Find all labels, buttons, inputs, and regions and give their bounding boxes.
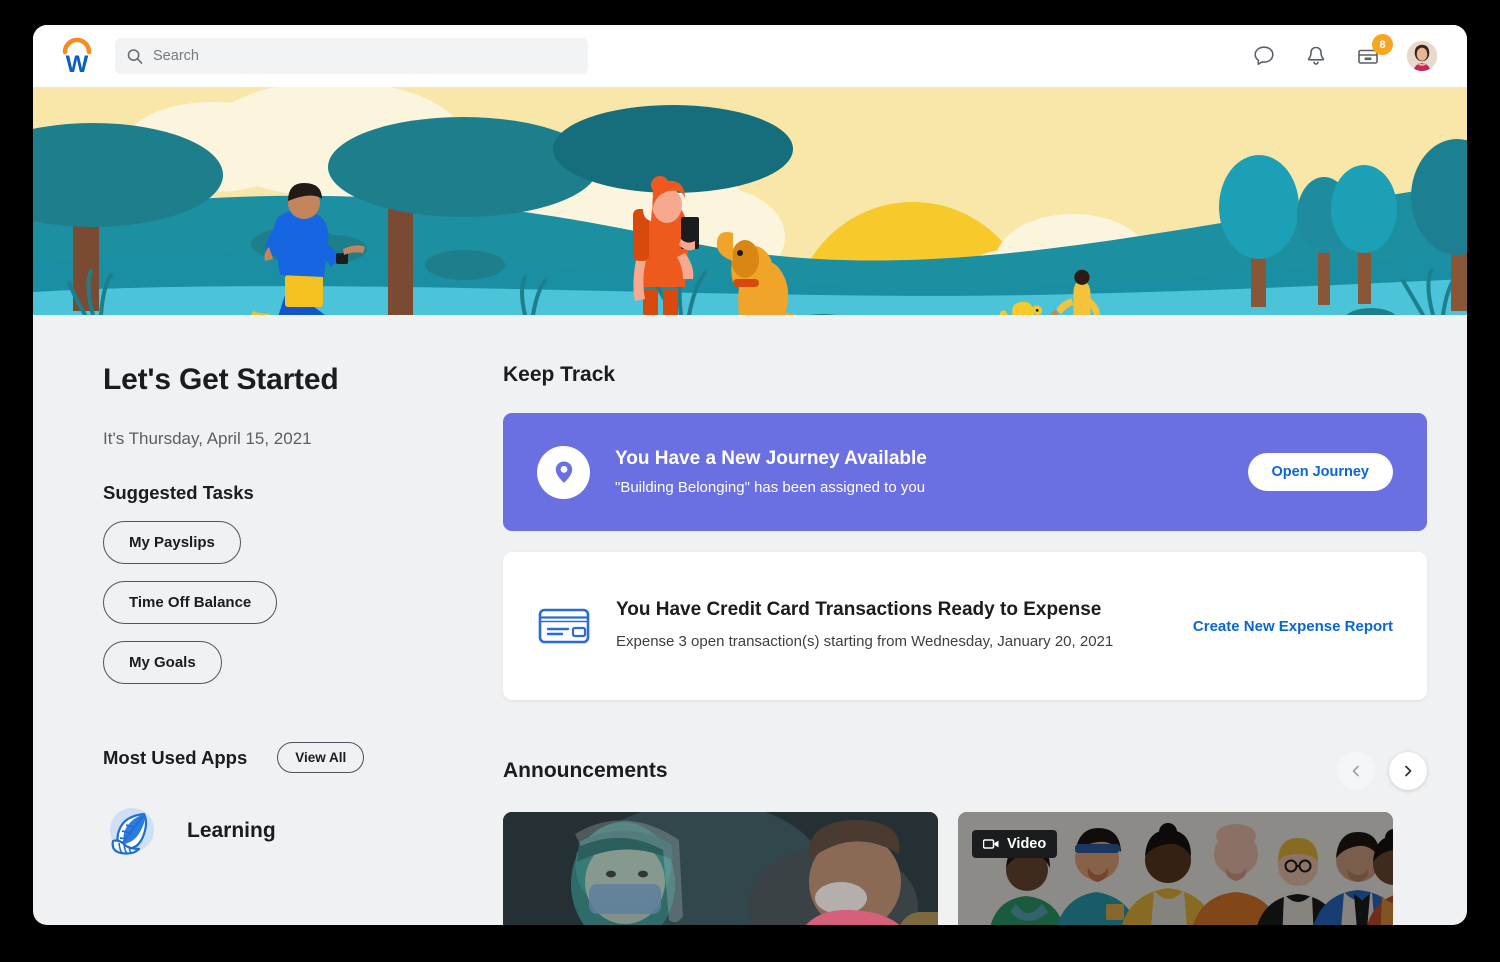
carousel-controls	[1337, 752, 1427, 790]
most-used-apps-heading: Most Used Apps	[103, 747, 247, 769]
main-content: Keep Track You Have a New Journey Availa…	[503, 315, 1467, 925]
expense-card[interactable]: You Have Credit Card Transactions Ready …	[503, 552, 1427, 700]
journey-text: You Have a New Journey Available "Buildi…	[615, 448, 927, 496]
chevron-right-icon	[1402, 765, 1414, 777]
search-box[interactable]	[115, 38, 588, 74]
device-bezel: W	[0, 0, 1500, 962]
video-badge-label: Video	[1007, 836, 1046, 852]
announcements-header: Announcements	[503, 752, 1427, 790]
video-camera-icon	[983, 838, 999, 850]
user-avatar[interactable]	[1407, 41, 1437, 71]
announcement-card-healthcare[interactable]	[503, 812, 938, 925]
journey-card[interactable]: You Have a New Journey Available "Buildi…	[503, 413, 1427, 531]
page-title: Let's Get Started	[103, 363, 503, 397]
expense-text: You Have Credit Card Transactions Ready …	[616, 599, 1113, 653]
task-my-payslips[interactable]: My Payslips	[103, 521, 241, 564]
bell-icon[interactable]	[1303, 43, 1329, 69]
announcement-card-video[interactable]: Video	[958, 812, 1393, 925]
workday-logo[interactable]: W	[55, 34, 99, 78]
app-item-learning[interactable]: Learning	[103, 803, 503, 859]
sidebar: Let's Get Started It's Thursday, April 1…	[33, 315, 503, 925]
location-pin-icon	[537, 446, 590, 499]
task-time-off-balance[interactable]: Time Off Balance	[103, 581, 277, 624]
keep-track-heading: Keep Track	[503, 363, 1427, 387]
app-label: Learning	[187, 819, 276, 843]
search-input[interactable]	[153, 48, 576, 64]
journey-title: You Have a New Journey Available	[615, 448, 927, 470]
carousel-next-button[interactable]	[1389, 752, 1427, 790]
current-date-text: It's Thursday, April 15, 2021	[103, 429, 503, 449]
app-viewport: W	[33, 25, 1467, 925]
credit-card-icon	[537, 604, 591, 648]
create-expense-report-link[interactable]: Create New Expense Report	[1165, 618, 1393, 635]
announcements-heading: Announcements	[503, 759, 668, 783]
header-actions: 8	[1251, 41, 1445, 71]
learning-leaf-icon	[103, 803, 159, 859]
inbox-badge-count: 8	[1372, 34, 1393, 55]
most-used-apps-header: Most Used Apps View All	[103, 742, 503, 773]
expense-title: You Have Credit Card Transactions Ready …	[616, 599, 1113, 621]
open-journey-button[interactable]: Open Journey	[1248, 453, 1394, 491]
suggested-tasks-heading: Suggested Tasks	[103, 482, 503, 504]
page-body: Let's Get Started It's Thursday, April 1…	[33, 315, 1467, 925]
expense-subtitle: Expense 3 open transaction(s) starting f…	[616, 631, 1113, 653]
svg-text:W: W	[66, 51, 89, 78]
search-icon	[127, 48, 143, 65]
app-header: W	[33, 25, 1467, 87]
announcements-carousel: Video	[503, 812, 1427, 925]
inbox-icon[interactable]: 8	[1355, 43, 1381, 69]
journey-subtitle: "Building Belonging" has been assigned t…	[615, 479, 927, 496]
task-my-goals[interactable]: My Goals	[103, 641, 222, 684]
video-badge: Video	[972, 830, 1057, 858]
chevron-left-icon	[1350, 765, 1362, 777]
carousel-prev-button[interactable]	[1337, 752, 1375, 790]
view-all-button[interactable]: View All	[277, 742, 364, 773]
hero-banner-illustration	[33, 87, 1467, 315]
chat-icon[interactable]	[1251, 43, 1277, 69]
